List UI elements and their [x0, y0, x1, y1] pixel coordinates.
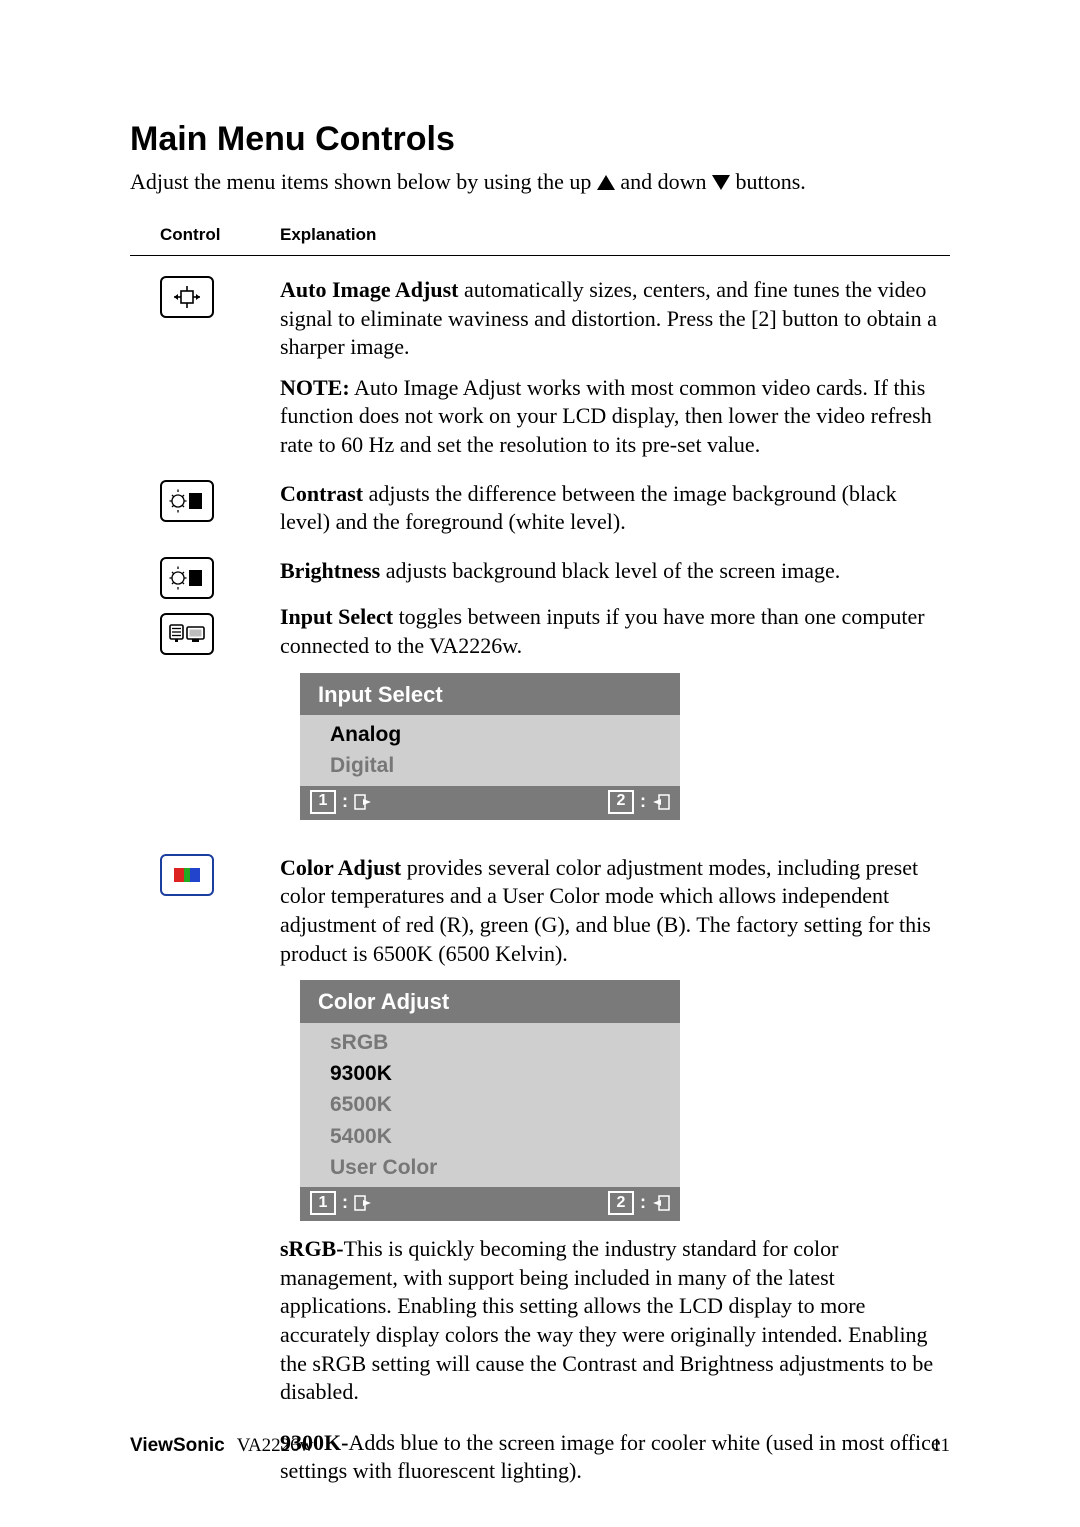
control-row-auto-image: Auto Image Adjust automatically sizes, c… [130, 276, 950, 460]
colon: : [342, 790, 348, 813]
brightness-text: adjusts background black level of the sc… [380, 558, 840, 583]
page-number: 11 [932, 1435, 950, 1457]
contrast-icon [160, 480, 214, 522]
brightness-icon [160, 557, 214, 599]
osd-item-9300k: 9300K [300, 1058, 680, 1089]
auto-image-adjust-icon [160, 276, 214, 318]
manual-page: Main Menu Controls Adjust the menu items… [0, 0, 1080, 1527]
osd-item-analog: Analog [300, 719, 680, 750]
control-row-brightness: Brightness adjusts background black leve… [130, 557, 950, 834]
color-adjust-icon [160, 854, 214, 896]
down-arrow-icon [712, 175, 730, 190]
osd-item-5400k: 5400K [300, 1121, 680, 1152]
note-text: Auto Image Adjust works with most common… [280, 375, 932, 457]
control-column-header: Control [130, 225, 280, 245]
contrast-label: Contrast [280, 481, 363, 506]
control-icon-cell [130, 557, 280, 834]
key-1-icon: 1 [310, 1191, 336, 1215]
control-explanation: Contrast adjusts the difference between … [280, 480, 950, 537]
osd-color-adjust: Color Adjust sRGB 9300K 6500K 5400K User… [300, 980, 680, 1221]
intro-paragraph: Adjust the menu items shown below by usi… [130, 169, 950, 195]
osd-item-srgb: sRGB [300, 1027, 680, 1058]
up-arrow-icon [597, 175, 615, 190]
osd-input-select: Input Select Analog Digital 1 : 2 : [300, 673, 680, 820]
explanation-column-header: Explanation [280, 225, 950, 245]
page-footer: ViewSonic VA2226w 11 [130, 1435, 950, 1457]
osd-item-user-color: User Color [300, 1152, 680, 1183]
input-select-label: Input Select [280, 604, 393, 629]
exit-icon [354, 794, 372, 810]
intro-text-2: and down [620, 169, 712, 194]
note-label: NOTE: [280, 375, 350, 400]
brightness-label: Brightness [280, 558, 380, 583]
table-header-row: Control Explanation [130, 225, 950, 256]
control-explanation: Color Adjust provides several color adju… [280, 854, 950, 1486]
osd-item-digital: Digital [300, 750, 680, 781]
exit-icon [354, 1195, 372, 1211]
control-explanation: Brightness adjusts background black leve… [280, 557, 950, 834]
control-explanation: Auto Image Adjust automatically sizes, c… [280, 276, 950, 460]
intro-text-1: Adjust the menu items shown below by usi… [130, 169, 597, 194]
key-2-icon: 2 [608, 790, 634, 814]
contrast-text: adjusts the difference between the image… [280, 481, 897, 535]
osd-title: Color Adjust [300, 980, 680, 1023]
page-title: Main Menu Controls [130, 120, 950, 159]
key-1-icon: 1 [310, 790, 336, 814]
intro-text-3: buttons. [736, 169, 806, 194]
colon: : [342, 1191, 348, 1214]
control-icon-cell [130, 854, 280, 1486]
auto-image-label: Auto Image Adjust [280, 277, 458, 302]
control-icon-cell [130, 480, 280, 537]
control-row-color-adjust: Color Adjust provides several color adju… [130, 854, 950, 1486]
enter-icon [652, 1195, 670, 1211]
control-row-contrast: Contrast adjusts the difference between … [130, 480, 950, 537]
srgb-text: This is quickly becoming the industry st… [280, 1236, 933, 1404]
osd-body: Analog Digital [300, 715, 680, 786]
footer-brand: ViewSonic [130, 1435, 225, 1457]
enter-icon [652, 794, 670, 810]
color-adjust-label: Color Adjust [280, 855, 401, 880]
osd-item-6500k: 6500K [300, 1089, 680, 1120]
key-2-icon: 2 [608, 1191, 634, 1215]
footer-model: VA2226w [237, 1435, 314, 1457]
osd-body: sRGB 9300K 6500K 5400K User Color [300, 1023, 680, 1187]
osd-title: Input Select [300, 673, 680, 716]
osd-footer: 1 : 2 : [300, 786, 680, 820]
osd-footer: 1 : 2 : [300, 1187, 680, 1221]
colon: : [640, 1191, 646, 1214]
colon: : [640, 790, 646, 813]
srgb-label: sRGB- [280, 1236, 344, 1261]
control-icon-cell [130, 276, 280, 460]
input-select-icon [160, 613, 214, 655]
